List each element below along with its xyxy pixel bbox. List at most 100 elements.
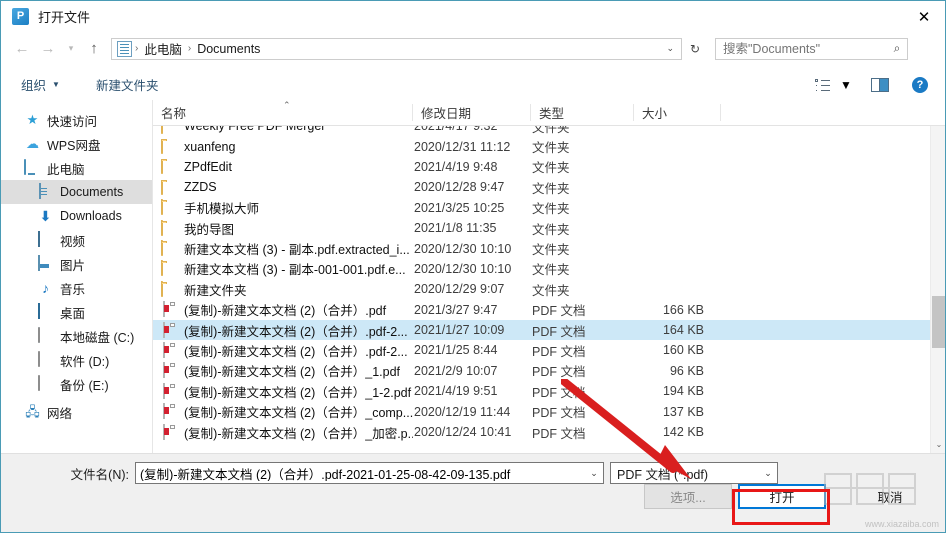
table-row[interactable]: 我的导图 2021/1/8 11:35 文件夹 [153, 218, 930, 238]
sidebar-item-documents[interactable]: Documents [1, 180, 152, 204]
pdf-icon [161, 423, 179, 440]
file-date-cell: 2020/12/24 10:41 [414, 425, 512, 440]
sidebar-item-desktop[interactable]: 桌面 [1, 300, 152, 324]
filename-label: 文件名(N): [70, 467, 129, 482]
table-row[interactable]: (复制)-新建文本文档 (2)（合并）.pdf-2... 2021/1/25 8:… [153, 340, 930, 360]
search-input[interactable] [716, 40, 887, 57]
file-name-label: (复制)-新建文本文档 (2)（合并）_comp... [184, 406, 413, 421]
filetype-combobox[interactable]: PDF 文档 (*.pdf) ⌄ [610, 462, 778, 484]
file-name-label: Weekly Free PDF Merger [184, 125, 326, 134]
file-name-label: 手机模拟大师 [184, 202, 260, 217]
pictures-icon [37, 255, 54, 272]
help-icon[interactable]: ? [907, 74, 933, 96]
file-type-cell: 文件夹 [532, 283, 570, 298]
table-row[interactable]: (复制)-新建文本文档 (2)（合并）_加密.p... 2020/12/24 10… [153, 422, 930, 442]
chevron-down-icon[interactable]: ⌄ [585, 468, 603, 479]
open-button[interactable]: 打开 [738, 483, 826, 509]
sidebar-item-label: 备份 (E:) [60, 378, 109, 393]
table-row[interactable]: (复制)-新建文本文档 (2)（合并）.pdf-2... 2021/1/27 10… [153, 319, 930, 341]
view-list-icon[interactable] [809, 74, 835, 96]
sidebar-item-drive-d[interactable]: 软件 (D:) [1, 348, 152, 372]
music-icon: ♪ [42, 280, 49, 296]
file-name-cell: 我的导图 [153, 219, 413, 238]
pdf-icon [161, 301, 179, 318]
file-size-cell: 166 KB [662, 302, 704, 317]
column-header-size[interactable]: 大小 [634, 104, 721, 121]
downloads-icon: ⬇ [39, 208, 52, 224]
star-icon: ★ [26, 112, 39, 127]
file-name-cell: Weekly Free PDF Merger [153, 125, 413, 134]
sidebar-item-wps-cloud[interactable]: ☁ WPS网盘 [1, 132, 152, 156]
file-type-cell: PDF 文档 [532, 406, 586, 421]
table-row[interactable]: (复制)-新建文本文档 (2)（合并）_1-2.pdf 2021/4/19 9:5… [153, 381, 930, 401]
sidebar-item-local-disk-c[interactable]: 本地磁盘 (C:) [1, 324, 152, 348]
file-date-cell: 2020/12/29 9:07 [414, 282, 505, 297]
network-icon: 🖧 [25, 404, 40, 419]
sidebar-item-this-pc[interactable]: 此电脑 [1, 156, 152, 180]
scrollbar-thumb[interactable] [932, 296, 945, 348]
sidebar-item-quick-access[interactable]: ★ 快速访问 [1, 108, 152, 132]
recent-locations-icon[interactable]: ▾ [61, 36, 81, 62]
filename-input[interactable] [136, 465, 585, 481]
file-date-cell: 2021/1/27 10:09 [414, 323, 505, 338]
sidebar-item-network[interactable]: 🖧 网络 [1, 400, 152, 424]
chevron-down-icon[interactable]: ⌄ [759, 468, 777, 479]
address-bar: ← → ▾ ↑ › 此电脑 › Documents ⌄ ↻ ⌕ [1, 32, 945, 65]
file-name-cell: 手机模拟大师 [153, 198, 413, 217]
file-size-cell: 194 KB [662, 384, 704, 399]
sidebar-item-music[interactable]: ♪ 音乐 [1, 276, 152, 300]
filename-combobox[interactable]: ⌄ [135, 462, 604, 484]
column-header-type[interactable]: 类型 [531, 104, 634, 121]
file-name-cell: (复制)-新建文本文档 (2)（合并）.pdf [153, 300, 413, 319]
refresh-icon[interactable]: ↻ [684, 38, 706, 60]
table-row[interactable]: Weekly Free PDF Merger 2021/4/17 9:32 文件夹 [153, 125, 930, 136]
title-bar: 打开文件 ✕ [1, 1, 945, 32]
file-date-cell: 2021/3/27 9:47 [414, 302, 498, 317]
folder-icon [161, 219, 179, 236]
table-row[interactable]: (复制)-新建文本文档 (2)（合并）.pdf 2021/3/27 9:47 PDF… [153, 300, 930, 320]
forward-icon[interactable]: → [35, 36, 61, 62]
view-chevron-down-icon[interactable]: ▼ [839, 74, 853, 96]
file-name-cell: 新建文本文档 (3) - 副本.pdf.extracted_i... [153, 239, 413, 258]
table-row[interactable]: xuanfeng 2020/12/31 11:12 文件夹 [153, 136, 930, 156]
scroll-down-icon[interactable]: ⌄ [931, 436, 945, 453]
table-row[interactable]: 手机模拟大师 2021/3/25 10:25 文件夹 [153, 198, 930, 218]
breadcrumb-bar[interactable]: › 此电脑 › Documents ⌄ [111, 37, 682, 60]
table-row[interactable]: 新建文件夹 2020/12/29 9:07 文件夹 [153, 279, 930, 299]
vertical-scrollbar[interactable]: ⌃ ⌄ [930, 100, 945, 453]
sidebar-item-downloads[interactable]: ⬇ Downloads [1, 204, 152, 228]
up-icon[interactable]: ↑ [81, 36, 107, 62]
desktop-icon [37, 303, 54, 320]
table-row[interactable]: ZZDS 2020/12/28 9:47 文件夹 [153, 177, 930, 197]
preview-pane-icon[interactable] [867, 74, 893, 96]
file-name-cell: (复制)-新建文本文档 (2)（合并）.pdf-2... [153, 321, 413, 340]
file-list: 名称 修改日期 类型 大小 ⌃ Weekly Free PDF Merger 20… [153, 100, 945, 453]
table-row[interactable]: (复制)-新建文本文档 (2)（合并）_1.pdf 2021/2/9 10:07 P… [153, 361, 930, 381]
search-box[interactable]: ⌕ [715, 37, 908, 60]
organize-button[interactable]: 组织 ▼ [15, 72, 66, 97]
sidebar-item-drive-e[interactable]: 备份 (E:) [1, 372, 152, 396]
column-header-date[interactable]: 修改日期 [413, 104, 531, 121]
sidebar-item-label: WPS网盘 [47, 138, 101, 153]
file-type-cell: PDF 文档 [532, 385, 586, 400]
cancel-button[interactable]: 取消 [846, 484, 934, 509]
sidebar-item-label: 此电脑 [47, 162, 85, 177]
sidebar-item-label: Downloads [60, 209, 122, 223]
file-date-cell: 2020/12/28 9:47 [414, 180, 505, 195]
file-name-cell: (复制)-新建文本文档 (2)（合并）_加密.p... [153, 423, 413, 442]
breadcrumb-item-0[interactable]: 此电脑 [141, 39, 185, 58]
table-row[interactable]: 新建文本文档 (3) - 副本.pdf.extracted_i... 2020/1… [153, 238, 930, 258]
toolbar-right-group: ▼ ? [805, 74, 933, 96]
close-button[interactable]: ✕ [901, 1, 945, 32]
new-folder-button[interactable]: 新建文件夹 [90, 72, 165, 97]
sidebar-item-videos[interactable]: 视频 [1, 228, 152, 252]
options-button[interactable]: 选项... [644, 483, 732, 509]
search-icon[interactable]: ⌕ [887, 41, 907, 56]
table-row[interactable]: 新建文本文档 (3) - 副本-001-001.pdf.e... 2020/12/… [153, 259, 930, 279]
breadcrumb-item-1[interactable]: Documents [194, 42, 263, 56]
table-row[interactable]: (复制)-新建文本文档 (2)（合并）_comp... 2020/12/19 11… [153, 401, 930, 421]
sidebar-item-pictures[interactable]: 图片 [1, 252, 152, 276]
table-row[interactable]: ZPdfEdit 2021/4/19 9:48 文件夹 [153, 157, 930, 177]
back-icon[interactable]: ← [9, 36, 35, 62]
chevron-down-icon[interactable]: ⌄ [666, 43, 674, 54]
